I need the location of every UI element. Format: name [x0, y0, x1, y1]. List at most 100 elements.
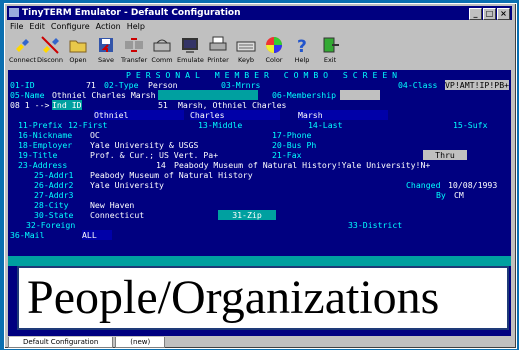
name-label: 05-Name [10, 90, 45, 100]
name-value[interactable]: Othniel Charles Marsh [52, 90, 156, 100]
color-palette-icon [266, 37, 282, 53]
comm-button[interactable]: Comm [149, 33, 175, 66]
banner-text: People/Organizations [27, 271, 440, 324]
app-window: TinyTERM Emulator - Default Configuratio… [4, 3, 517, 349]
middle-col[interactable]: Charles [190, 110, 280, 120]
sufx-label: 15-Sufx [453, 120, 488, 130]
printer-button[interactable]: Printer [205, 33, 231, 66]
phone-label: 17-Phone [272, 130, 312, 140]
screen-heading: P E R S O N A L M E M B E R C O M B O S … [126, 70, 398, 80]
disconnect-button[interactable]: Disconn [37, 33, 63, 66]
busph-label: 20-Bus Ph [272, 140, 317, 150]
membership-field[interactable] [340, 90, 380, 100]
addr2-value[interactable]: Yale University [90, 180, 164, 190]
menu-help[interactable]: Help [127, 22, 145, 31]
help-icon: ? [297, 37, 307, 55]
prefix-label: 11-Prefix [18, 120, 63, 130]
nickname-label: 16-Nickname [18, 130, 73, 140]
connect-icon [16, 39, 29, 52]
close-button[interactable]: × [497, 8, 510, 20]
toolbar: Connect Disconn Open Save Transfer Comm … [7, 33, 512, 69]
address-num: 14 [156, 160, 166, 170]
row-prefix: 08 1 --> [10, 100, 50, 110]
ind-id-value[interactable]: 51 [158, 100, 168, 110]
minimize-button[interactable]: _ [469, 8, 482, 20]
class-label: 04-Class [398, 80, 438, 90]
keyboard-button[interactable]: Keyb [233, 33, 259, 66]
ind-name[interactable]: Marsh, Othniel Charles [178, 100, 286, 110]
printer-icon [209, 36, 227, 51]
addr2-label: 26-Addr2 [34, 180, 74, 190]
connect-button[interactable]: Connect [9, 33, 36, 66]
keyboard-icon [236, 41, 256, 52]
city-label: 28-City [34, 200, 69, 210]
menu-action[interactable]: Action [96, 22, 121, 31]
tab-default-configuration[interactable]: Default Configuration [8, 337, 114, 348]
emulate-button[interactable]: Emulate [177, 33, 204, 66]
terminal-icon [182, 38, 198, 53]
state-label: 30-State [34, 210, 74, 220]
modem-icon [153, 39, 171, 52]
nickname-value[interactable]: OC [90, 130, 100, 140]
addr3-label: 27-Addr3 [34, 190, 74, 200]
employer-label: 18-Employer [18, 140, 73, 150]
folder-icon [69, 40, 87, 53]
menu-bar: File Edit Configure Action Help [7, 21, 148, 32]
menu-configure[interactable]: Configure [51, 22, 90, 31]
addr1-value[interactable]: Peabody Museum of Natural History [90, 170, 253, 180]
middle-label: 13-Middle [198, 120, 243, 130]
title-bar: TinyTERM Emulator - Default Configuratio… [7, 6, 512, 20]
by-value: CM [454, 190, 464, 200]
help-button[interactable]: ? Help [289, 33, 315, 66]
row-id: 01-ID [10, 80, 35, 90]
employer-value[interactable]: Yale University & USGS [90, 140, 198, 150]
ind-id-label: Ind ID [52, 100, 82, 110]
exit-door-icon [323, 37, 339, 53]
last-col[interactable]: Marsh [298, 110, 388, 120]
addr1-label: 25-Addr1 [34, 170, 74, 180]
open-button[interactable]: Open [65, 33, 91, 66]
name-highlight [158, 90, 258, 100]
title-label: 19-Title [18, 150, 58, 160]
disconnect-icon [41, 36, 59, 54]
address-label: 23-Address [18, 160, 68, 170]
changed-label: Changed [406, 180, 441, 190]
transfer-icon [125, 38, 143, 52]
city-value[interactable]: New Haven [90, 200, 134, 210]
zip-label[interactable]: 31-Zip [218, 210, 276, 220]
foreign-label: 32-Foreign [26, 220, 76, 230]
exit-button[interactable]: Exit [317, 33, 343, 66]
people-organizations-banner: People/Organizations [17, 266, 509, 330]
color-button[interactable]: Color [261, 33, 287, 66]
mail-label: 36-Mail [10, 230, 45, 240]
id-value[interactable]: 71 [86, 80, 96, 90]
by-label: By [436, 190, 446, 200]
district-label: 33-District [348, 220, 403, 230]
first-col[interactable]: Othniel [94, 110, 184, 120]
svg-text:?: ? [297, 37, 307, 55]
address-value[interactable]: Peabody Museum of Natural History!Yale U… [174, 160, 430, 170]
maximize-button[interactable]: □ [483, 8, 496, 20]
changed-value: 10/08/1993 [448, 180, 498, 190]
menu-file[interactable]: File [10, 22, 23, 31]
class-value[interactable]: VP!AMT!IP!PB+ [445, 80, 510, 90]
menu-edit[interactable]: Edit [29, 22, 45, 31]
type-value[interactable]: Person [148, 80, 178, 90]
state-value[interactable]: Connecticut [90, 210, 144, 220]
first-label: 12-First [68, 120, 108, 130]
mail-value[interactable]: ALL [82, 230, 112, 240]
title-value[interactable]: Prof. & Cur.; US Vert. Pa+ [90, 150, 218, 160]
session-tabs: Default Configuration (new) [8, 337, 167, 348]
bottom-status-strip [8, 256, 511, 266]
save-button[interactable]: Save [93, 33, 119, 66]
window-title: TinyTERM Emulator - Default Configuratio… [22, 8, 241, 18]
tab-new[interactable]: (new) [115, 337, 166, 348]
transfer-button[interactable]: Transfer [121, 33, 147, 66]
save-icon [99, 38, 113, 52]
type-label: 02-Type [104, 80, 139, 90]
thru-value[interactable]: Thru [423, 150, 467, 160]
mrnrs-label: 03-Mrnrs [221, 80, 261, 90]
app-icon [9, 8, 19, 17]
fax-label: 21-Fax [272, 150, 302, 160]
last-label: 14-Last [308, 120, 343, 130]
